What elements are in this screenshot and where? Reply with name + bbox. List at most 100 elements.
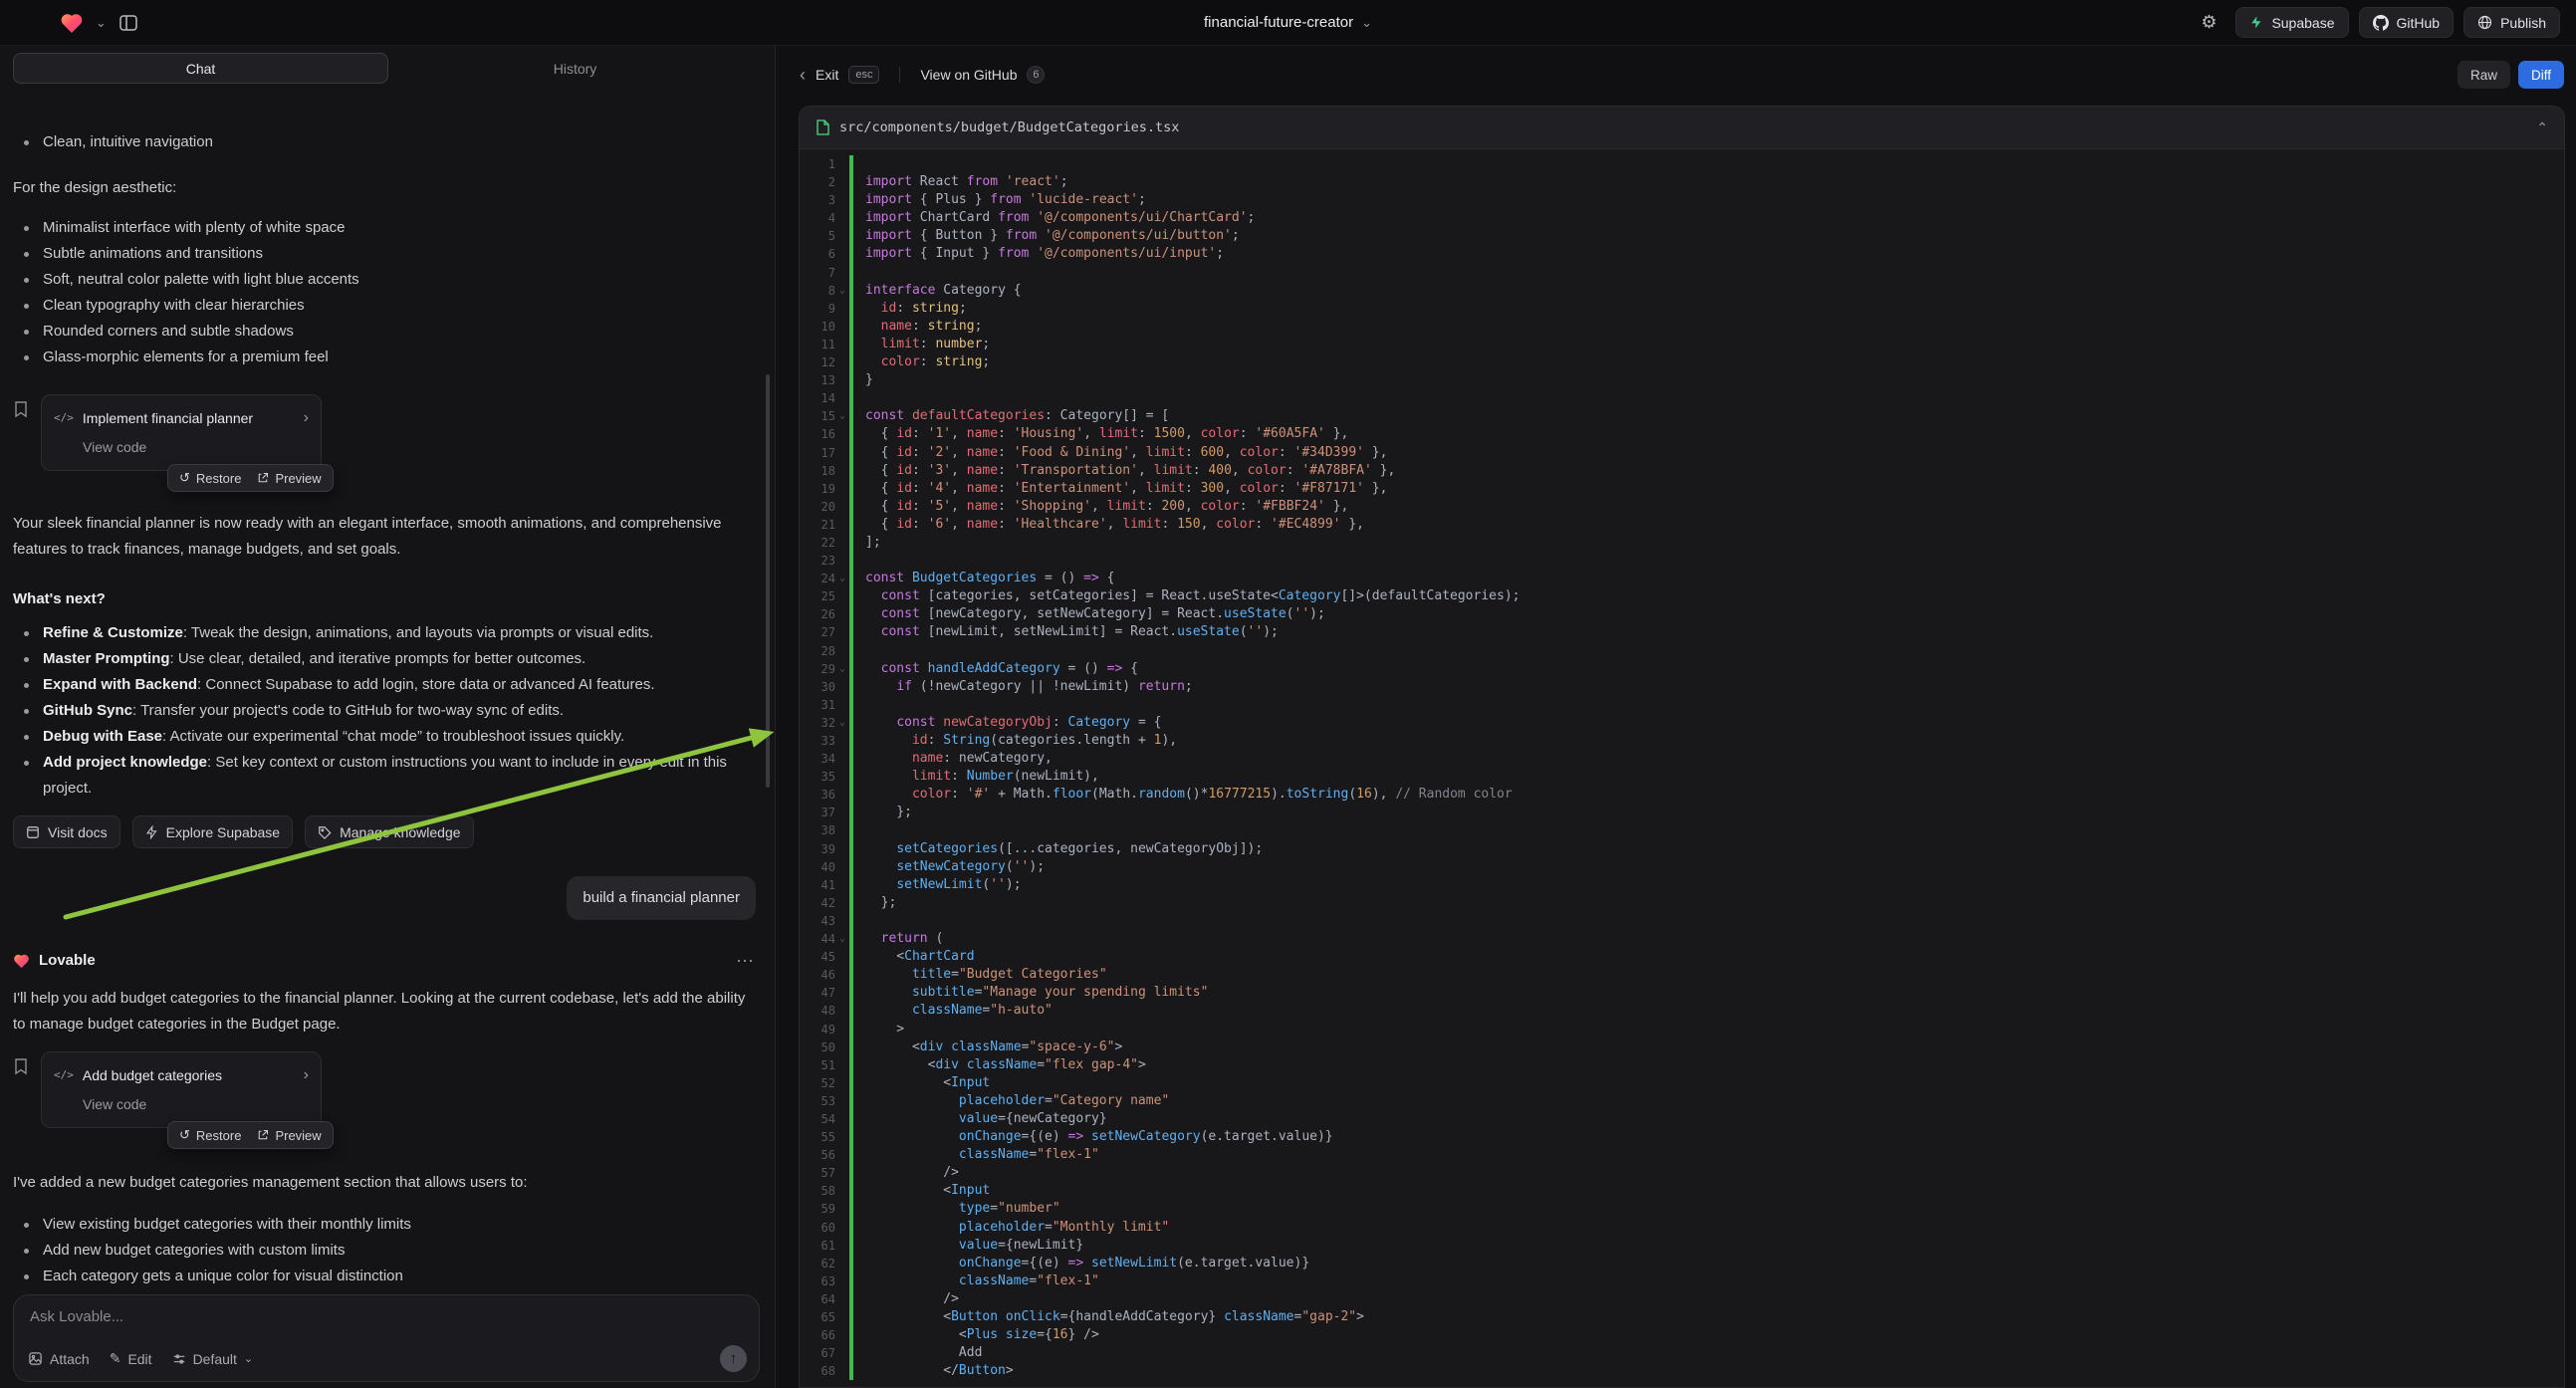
fold-spacer	[835, 1164, 849, 1182]
code-line: 63 className="flex-1"	[800, 1272, 2564, 1290]
list-item: Expand with Backend: Connect Supabase to…	[13, 672, 740, 698]
tab-history[interactable]: History	[388, 53, 762, 84]
fold-spacer	[835, 1074, 849, 1092]
fold-chevron-icon[interactable]: ⌄	[835, 714, 849, 732]
bookmark-icon[interactable]	[13, 1057, 29, 1075]
preview-button[interactable]: Preview	[257, 470, 321, 486]
tab-chat[interactable]: Chat	[13, 53, 388, 84]
lovable-heart-icon	[13, 953, 30, 969]
view-code-link[interactable]: View code	[83, 434, 309, 460]
fold-spacer	[835, 1002, 849, 1020]
send-button[interactable]: ↑	[720, 1345, 747, 1372]
restore-button[interactable]: ↺Restore	[179, 470, 241, 486]
chat-scrollbar[interactable]	[766, 374, 770, 788]
list-item: Clean typography with clear hierarchies	[13, 293, 740, 319]
fold-spacer	[835, 353, 849, 371]
version-card-implement-financial-planner[interactable]: </> Implement financial planner › View c…	[41, 394, 322, 471]
fold-chevron-icon[interactable]: ⌄	[835, 282, 849, 300]
fold-spacer	[835, 300, 849, 318]
list-item: Add new budget categories with custom li…	[13, 1238, 740, 1264]
code-line: 28	[800, 642, 2564, 660]
edit-button[interactable]: ✎ Edit	[110, 1350, 152, 1367]
back-chevron-icon[interactable]: ‹	[800, 66, 806, 84]
toggle-sidebar-icon[interactable]	[118, 13, 138, 33]
fold-chevron-icon[interactable]: ⌄	[835, 930, 849, 948]
file-path: src/components/budget/BudgetCategories.t…	[839, 119, 1179, 135]
diff-toggle-button[interactable]: Diff	[2518, 61, 2564, 89]
code-line: 14	[800, 389, 2564, 407]
supabase-icon	[2249, 15, 2263, 30]
fold-spacer	[835, 966, 849, 984]
fold-chevron-icon[interactable]: ⌄	[835, 407, 849, 425]
restore-button[interactable]: ↺Restore	[179, 1127, 241, 1143]
view-on-github-link[interactable]: View on GitHub	[920, 67, 1017, 83]
fold-chevron-icon[interactable]: ⌄	[835, 570, 849, 587]
lovable-logo-icon[interactable]	[60, 12, 84, 34]
code-line: 47 subtitle="Manage your spending limits…	[800, 984, 2564, 1002]
esc-key-hint: esc	[848, 66, 879, 84]
fold-spacer	[835, 534, 849, 552]
fold-spacer	[835, 840, 849, 858]
view-code-link[interactable]: View code	[83, 1091, 309, 1117]
design-intro-text: For the design aesthetic:	[13, 175, 755, 201]
whats-next-heading: What's next?	[13, 586, 755, 612]
preview-button[interactable]: Preview	[257, 1127, 321, 1143]
fold-spacer	[835, 480, 849, 498]
explore-supabase-button[interactable]: Explore Supabase	[132, 815, 293, 848]
logo-menu-chevron-icon[interactable]: ⌄	[96, 16, 107, 29]
code-line: 27 const [newLimit, setNewLimit] = React…	[800, 623, 2564, 641]
added-bullet-list: View existing budget categories with the…	[13, 1212, 762, 1288]
code-line: 41 setNewLimit('');	[800, 876, 2564, 894]
project-chevron-icon: ⌄	[1361, 16, 1372, 29]
code-line: 55 onChange={(e) => setNewCategory(e.tar…	[800, 1128, 2564, 1146]
code-line: 51 <div className="flex gap-4">	[800, 1056, 2564, 1074]
fold-spacer	[835, 750, 849, 768]
fold-chevron-icon[interactable]: ⌄	[835, 660, 849, 678]
code-line: 19 { id: '4', name: 'Entertainment', lim…	[800, 480, 2564, 498]
message-menu-icon[interactable]: ⋯	[736, 948, 754, 974]
github-icon	[2373, 15, 2389, 31]
code-line: 6import { Input } from '@/components/ui/…	[800, 245, 2564, 263]
exit-button[interactable]: Exit	[816, 67, 838, 83]
code-line: 33 id: String(categories.length + 1),	[800, 732, 2564, 750]
list-item: Master Prompting: Use clear, detailed, a…	[13, 646, 740, 672]
mode-selector[interactable]: Default ⌄	[172, 1351, 254, 1367]
code-line: 18 { id: '3', name: 'Transportation', li…	[800, 462, 2564, 480]
code-line: 62 onChange={(e) => setNewLimit(e.target…	[800, 1255, 2564, 1272]
code-line: 15⌄const defaultCategories: Category[] =…	[800, 407, 2564, 425]
code-line: 35 limit: Number(newLimit),	[800, 768, 2564, 786]
code-line: 1	[800, 155, 2564, 173]
fold-spacer	[835, 227, 849, 245]
chat-message-list: Clean, intuitive navigation For the desi…	[13, 129, 762, 1288]
code-line: 50 <div className="space-y-6">	[800, 1039, 2564, 1056]
fold-spacer	[835, 696, 849, 714]
code-line: 22];	[800, 534, 2564, 552]
supabase-icon	[145, 825, 158, 839]
collapse-chevron-icon[interactable]: ⌃	[2536, 119, 2548, 136]
raw-toggle-button[interactable]: Raw	[2458, 61, 2510, 89]
bookmark-icon[interactable]	[13, 400, 29, 418]
attach-button[interactable]: Attach	[28, 1351, 90, 1367]
manage-knowledge-button[interactable]: Manage knowledge	[305, 815, 473, 848]
list-item: Clean, intuitive navigation	[13, 129, 740, 155]
code-line: 31	[800, 696, 2564, 714]
github-button[interactable]: GitHub	[2359, 7, 2455, 38]
publish-button[interactable]: Publish	[2463, 7, 2560, 38]
chat-input[interactable]	[30, 1308, 743, 1325]
code-line: 64 />	[800, 1290, 2564, 1308]
list-item: Each category gets a unique color for vi…	[13, 1264, 740, 1288]
settings-button[interactable]: ⚙	[2192, 8, 2225, 38]
code-lines: 1 2import React from 'react';3import { P…	[800, 149, 2564, 1380]
code-line: 16 { id: '1', name: 'Housing', limit: 15…	[800, 425, 2564, 443]
fold-spacer	[835, 912, 849, 930]
code-line: 60 placeholder="Monthly limit"	[800, 1219, 2564, 1237]
code-line: 9 id: string;	[800, 300, 2564, 318]
project-switcher[interactable]: financial-future-creator ⌄	[1204, 14, 1372, 31]
partial-bullet-list: Clean, intuitive navigation	[13, 129, 762, 155]
fold-spacer	[835, 876, 849, 894]
supabase-button[interactable]: Supabase	[2235, 7, 2348, 38]
version-card-add-budget-categories[interactable]: </> Add budget categories › View code ↺R…	[41, 1051, 322, 1128]
visit-docs-button[interactable]: Visit docs	[13, 815, 120, 848]
file-header[interactable]: src/components/budget/BudgetCategories.t…	[800, 107, 2564, 149]
version-card-toolbar: ↺Restore Preview	[167, 464, 334, 492]
